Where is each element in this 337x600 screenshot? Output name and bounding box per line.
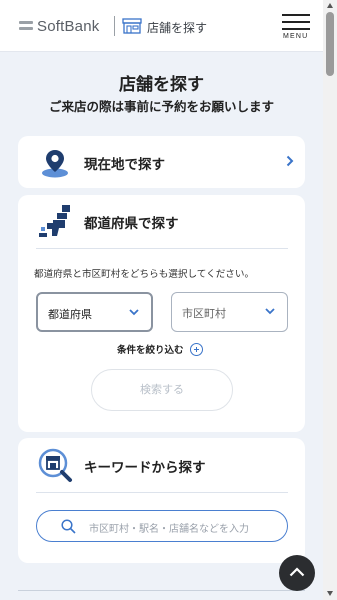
chevron-down-icon — [129, 309, 139, 316]
filter-label: 条件を絞り込む — [117, 345, 184, 356]
city-select[interactable]: 市区町村 — [171, 292, 288, 332]
hamburger-icon — [282, 14, 310, 16]
hamburger-bar — [282, 28, 310, 30]
plus-circle-icon — [189, 342, 203, 356]
softbank-logo[interactable]: SoftBank — [19, 17, 99, 35]
hamburger-bar — [282, 21, 310, 23]
keyword-input-placeholder: 市区町村・駅名・店舗名などを入力 — [89, 524, 249, 535]
page-title: 店舗を探す — [119, 75, 204, 95]
back-to-top-button[interactable] — [279, 555, 315, 591]
scroll-up-arrow-icon[interactable] — [327, 3, 333, 8]
chevron-down-icon — [265, 308, 275, 315]
japan-map-icon — [39, 205, 70, 237]
prefecture-description: 都道府県と市区町村をどちらも選択してください。 — [34, 269, 255, 280]
city-select-value: 市区町村 — [182, 307, 226, 320]
divider — [36, 492, 288, 493]
scroll-down-arrow-icon[interactable] — [327, 591, 333, 596]
prefecture-search-label: 都道府県で探す — [84, 216, 179, 232]
scrollbar-thumb[interactable] — [326, 12, 334, 76]
keyword-search-card: キーワードから探す 市区町村・駅名・店舗名などを入力 — [18, 438, 305, 563]
current-location-label: 現在地で探す — [84, 157, 165, 173]
page-subtitle: ご来店の際は事前に予約をお願いします — [48, 99, 274, 114]
keyword-search-label: キーワードから探す — [84, 460, 206, 476]
store-icon — [122, 18, 142, 34]
keyword-search-input[interactable]: 市区町村・駅名・店舗名などを入力 — [36, 510, 288, 542]
site-header: SoftBank 店舗を探す MENU — [0, 0, 323, 52]
search-icon — [61, 519, 76, 534]
filter-toggle[interactable]: 条件を絞り込む — [117, 342, 203, 356]
prefecture-select-value: 都道府県 — [48, 308, 92, 321]
divider — [36, 248, 288, 249]
prefecture-search-card: 都道府県で探す 都道府県と市区町村をどちらも選択してください。 都道府県 市区町… — [18, 195, 305, 432]
divider — [18, 590, 305, 591]
search-button[interactable]: 検索する — [91, 369, 233, 411]
chevron-up-icon — [289, 567, 305, 577]
menu-label[interactable]: MENU — [283, 33, 308, 40]
page-scrollbar[interactable] — [323, 0, 337, 600]
current-location-card[interactable]: 現在地で探す — [18, 136, 305, 188]
logo-mark-icon — [19, 20, 33, 32]
map-pin-icon — [42, 150, 68, 178]
chevron-right-icon — [286, 155, 294, 167]
header-title: 店舗を探す — [147, 21, 208, 35]
header-divider — [114, 16, 115, 36]
logo-text: SoftBank — [37, 17, 100, 35]
store-search-icon — [38, 448, 72, 482]
prefecture-select[interactable]: 都道府県 — [36, 292, 153, 332]
